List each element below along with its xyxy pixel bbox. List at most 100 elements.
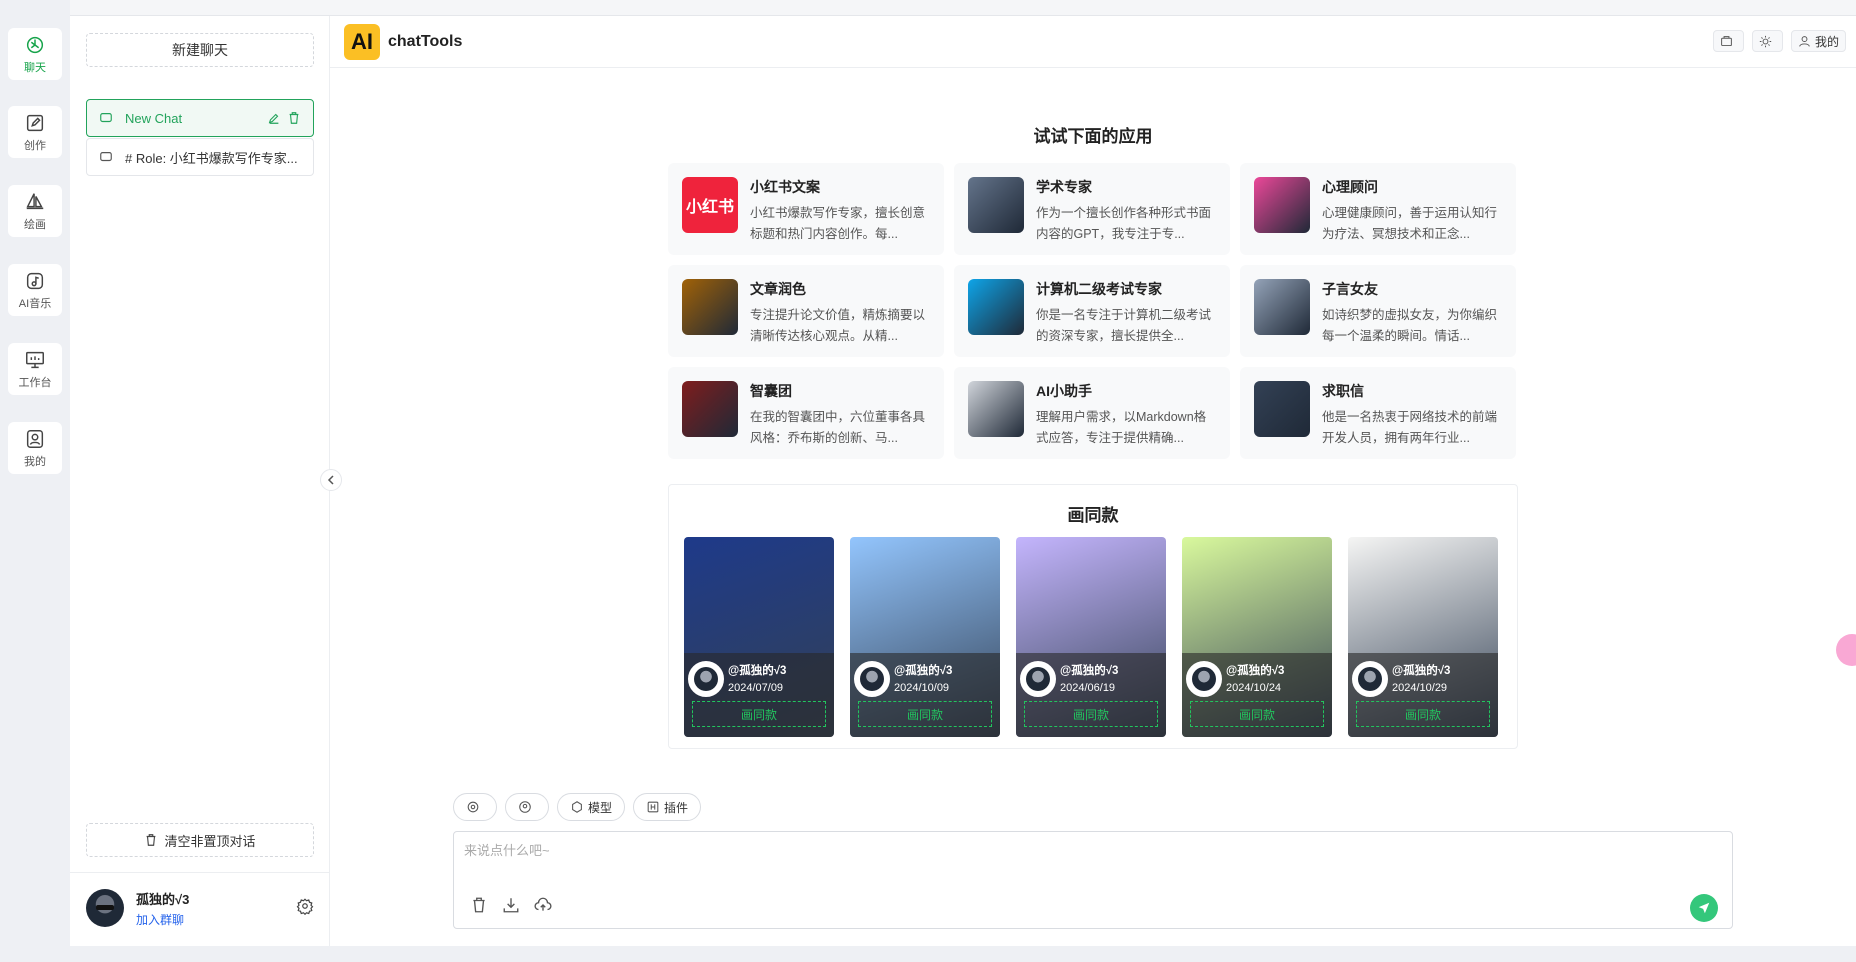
settings-tool-button[interactable] (453, 793, 497, 821)
app-avatar (968, 279, 1024, 335)
role-tool-button[interactable] (505, 793, 549, 821)
cloud-upload-icon[interactable] (534, 896, 552, 914)
app-header: AI chatTools 我的 (330, 16, 1856, 68)
draw-same-button[interactable]: 画同款 (1190, 701, 1324, 727)
gallery-card-overlay: @孤独的√3 2024/10/24 画同款 (1182, 653, 1332, 737)
app-name: 智囊团 (750, 383, 792, 399)
trash-icon[interactable] (287, 111, 301, 125)
message-input[interactable] (464, 840, 1664, 880)
chat-item-active[interactable]: New Chat (86, 99, 314, 137)
gallery-card[interactable]: @孤独的√3 2024/10/24 画同款 (1182, 537, 1332, 737)
chat-item-title: # Role: 小红书爆款写作专家... (125, 150, 298, 166)
app-name: 心理顾问 (1322, 179, 1378, 195)
left-rail: 聊天 创作 绘画 AI音乐 工作台 我的 (0, 0, 70, 962)
trash-icon (147, 834, 156, 846)
gallery-card[interactable]: @孤独的√3 2024/10/29 画同款 (1348, 537, 1498, 737)
rail-item-label: 聊天 (24, 61, 46, 74)
theme-toggle-button[interactable] (1751, 30, 1783, 52)
app-description: 小红书爆款写作专家，擅长创意标题和热门内容创作。每... (750, 206, 926, 241)
new-chat-button[interactable]: 新建聊天 (86, 33, 314, 67)
app-avatar (968, 381, 1024, 437)
app-name: 子言女友 (1322, 281, 1378, 297)
app-card[interactable]: 心理顾问 心理健康顾问，善于运用认知行为疗法、冥想技术和正念... (1240, 163, 1516, 255)
model-tool-button[interactable]: 模型 (557, 793, 626, 821)
clear-chats-label: 清空非置顶对话 (164, 833, 256, 849)
share-button[interactable] (1712, 30, 1744, 52)
user-profile: 孤独的√3 加入群聊 (86, 886, 314, 930)
trash-icon[interactable] (470, 896, 488, 914)
gallery-date: 2024/07/09 (728, 682, 784, 694)
rail-item-chat[interactable]: 聊天 (8, 28, 62, 80)
gallery-author: @孤独的√3 (1392, 665, 1451, 677)
music-note-icon (26, 272, 44, 289)
app-card[interactable]: 计算机二级考试专家 你是一名专注于计算机二级考试的资深专家，擅长提供全... (954, 265, 1230, 357)
collapse-sidebar-button[interactable] (320, 469, 342, 491)
gallery-card-overlay: @孤独的√3 2024/10/29 画同款 (1348, 653, 1498, 737)
app-name: 求职信 (1322, 383, 1364, 399)
gallery-date: 2024/10/09 (894, 682, 950, 694)
app-card[interactable]: 求职信他是一名热衷于网络技术的前端开发人员，拥有两年行业... (1240, 367, 1516, 459)
edit-icon[interactable] (267, 111, 281, 125)
message-composer (453, 831, 1733, 929)
draw-same-button[interactable]: 画同款 (1356, 701, 1490, 727)
app-logo: AI (344, 23, 380, 60)
clear-chats-button[interactable]: 清空非置顶对话 (86, 823, 314, 857)
app-name: 文章润色 (750, 281, 806, 297)
app-avatar (1254, 177, 1310, 233)
join-group-link[interactable]: 加入群聊 (136, 911, 296, 928)
app-card[interactable]: 子言女友 如诗织梦的虚拟女友，为你编织每一个温柔的瞬间。情话... (1240, 265, 1516, 357)
window-icon (1721, 35, 1732, 46)
app-description: 他是一名热衷于网络技术的前端开发人员，拥有两年行业... (1322, 410, 1498, 445)
divider (70, 872, 330, 873)
chat-item-title: New Chat (125, 110, 183, 126)
draw-same-button[interactable]: 画同款 (858, 701, 992, 727)
app-card[interactable]: 学术专家 作为一个擅长创作各种形式书面内容的GPT，我专注于专... (954, 163, 1230, 255)
app-avatar: 小红书 (682, 177, 738, 233)
app-name: 小红书文案 (750, 179, 820, 195)
user-icon (26, 429, 44, 448)
composer-toolbar: 模型 插件 (453, 793, 702, 821)
gallery-card[interactable]: @孤独的√3 2024/10/09 画同款 (850, 537, 1000, 737)
gallery-title: 画同款 (1067, 506, 1119, 525)
chevron-left-icon (327, 475, 334, 485)
gallery-card-overlay: @孤独的√3 2024/06/19 画同款 (1016, 653, 1166, 737)
settings-button[interactable] (296, 897, 314, 920)
top-strip (70, 0, 1856, 16)
plugin-tool-button[interactable]: 插件 (633, 793, 702, 821)
app-card[interactable]: AI小助手 理解用户需求，以Markdown格式应答，专注于提供精确... (954, 367, 1230, 459)
gallery-card-overlay: @孤独的√3 2024/07/09 画同款 (684, 653, 834, 737)
rail-item-workbench[interactable]: 工作台 (8, 343, 62, 395)
app-card[interactable]: 文章润色 专注提升论文价值，精炼摘要以清晰传达核心观点。从精... (668, 265, 944, 357)
download-icon[interactable] (502, 896, 520, 914)
draw-same-button[interactable]: 画同款 (1024, 701, 1158, 727)
gallery-card[interactable]: @孤独的√3 2024/07/09 画同款 (684, 537, 834, 737)
rail-item-paint[interactable]: 绘画 (8, 185, 62, 237)
gallery-card[interactable]: @孤独的√3 2024/06/19 画同款 (1016, 537, 1166, 737)
avatar (1020, 661, 1056, 697)
rail-item-music[interactable]: AI音乐 (8, 264, 62, 316)
app-avatar (682, 279, 738, 335)
avatar[interactable] (86, 889, 124, 927)
rail-item-mine[interactable]: 我的 (8, 422, 62, 474)
chat-item[interactable]: # Role: 小红书爆款写作专家... (86, 138, 314, 176)
rail-item-label: 创作 (24, 139, 46, 152)
send-button[interactable] (1690, 894, 1718, 922)
send-icon (1698, 902, 1710, 914)
gallery-author: @孤独的√3 (1226, 665, 1285, 677)
app-card[interactable]: 智囊团 在我的智囊团中，六位董事各具风格：乔布斯的创新、马... (668, 367, 944, 459)
user-name: 孤独的√3 (136, 891, 190, 907)
gallery-date: 2024/06/19 (1060, 682, 1116, 694)
draw-same-button[interactable]: 画同款 (692, 701, 826, 727)
gallery-author: @孤独的√3 (728, 665, 787, 677)
app-avatar (1254, 279, 1310, 335)
app-title: chatTools (388, 32, 463, 50)
gallery-date: 2024/10/24 (1226, 682, 1282, 694)
profile-button[interactable]: 我的 (1790, 30, 1846, 52)
app-name: AI小助手 (1036, 383, 1092, 399)
rail-item-create[interactable]: 创作 (8, 106, 62, 158)
sailboat-icon (26, 192, 44, 209)
app-card[interactable]: 小红书 小红书文案小红书爆款写作专家，擅长创意标题和热门内容创作。每... (668, 163, 944, 255)
gallery-date: 2024/10/29 (1392, 682, 1448, 694)
edit-icon (26, 114, 44, 131)
face-icon (519, 801, 531, 813)
